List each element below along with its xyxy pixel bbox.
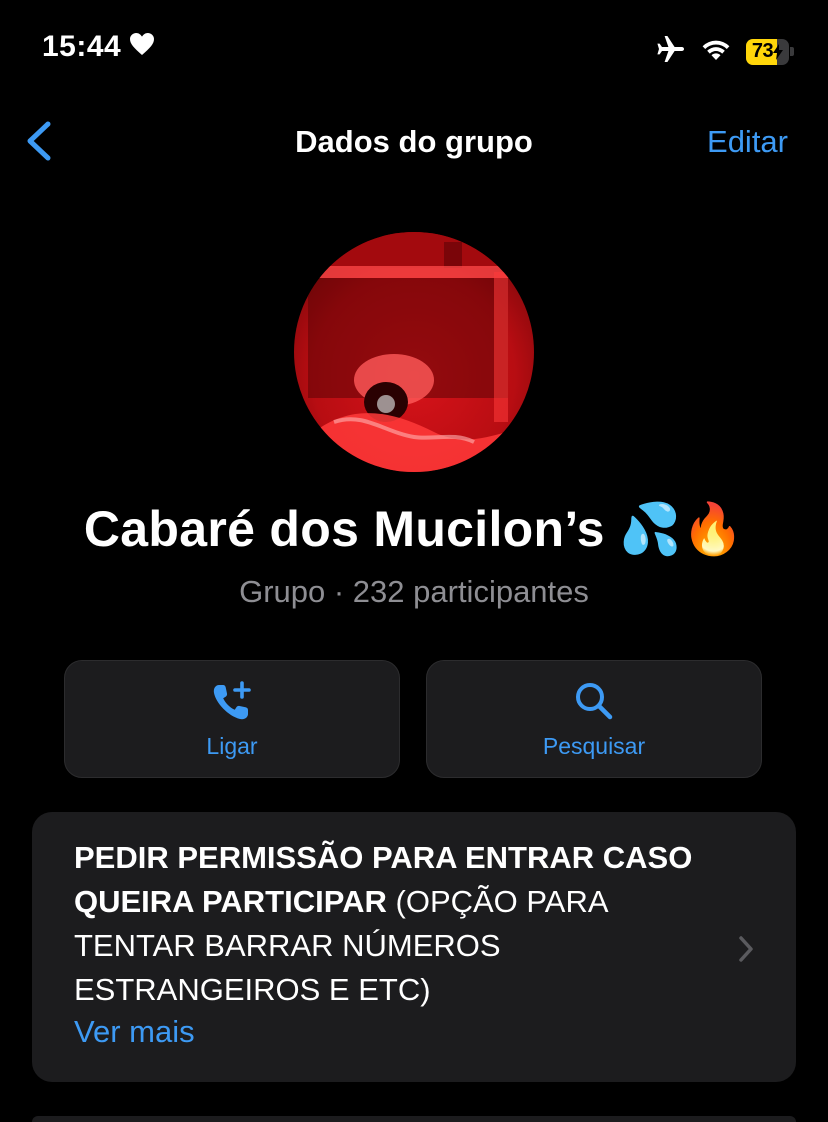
chevron-right-icon — [736, 934, 756, 969]
status-icons: 73 — [656, 34, 794, 69]
see-more-link[interactable]: Ver mais — [74, 1014, 195, 1050]
bolt-icon — [773, 43, 784, 60]
heart-icon — [129, 30, 155, 64]
battery-cap — [790, 47, 794, 56]
search-label: Pesquisar — [542, 733, 646, 759]
edit-button[interactable]: Editar — [707, 124, 788, 160]
navigation-bar: Dados do grupo Editar — [0, 110, 828, 172]
group-description-card[interactable]: PEDIR PERMISSÃO PARA ENTRAR CASO QUEIRA … — [32, 812, 796, 1082]
search-button[interactable]: Pesquisar — [426, 660, 762, 778]
battery-percentage: 73 — [746, 39, 789, 65]
status-time-group: 15:44 — [42, 30, 155, 64]
group-avatar[interactable] — [294, 232, 534, 472]
search-icon — [576, 683, 613, 720]
status-time: 15:44 — [42, 30, 122, 63]
status-bar: 15:44 73 — [0, 0, 828, 100]
call-button[interactable]: Ligar — [64, 660, 400, 778]
page-title: Dados do grupo — [295, 124, 533, 159]
group-subtitle[interactable]: Grupo · 232 participantes — [0, 574, 828, 610]
battery-body: 73 — [746, 38, 790, 65]
group-name[interactable]: Cabaré dos Mucilon’s 💦🔥 — [0, 500, 828, 559]
call-label: Ligar — [206, 733, 258, 759]
battery-charging-icon: 73 — [746, 38, 794, 65]
wifi-icon — [700, 36, 732, 67]
next-section-card — [32, 1116, 796, 1122]
airplane-icon — [656, 34, 686, 69]
group-description: PEDIR PERMISSÃO PARA ENTRAR CASO QUEIRA … — [74, 836, 714, 1012]
phone-add-icon — [213, 681, 251, 720]
search-icon-wrapper — [427, 679, 761, 723]
battery-percentage-value: 73 — [751, 40, 774, 62]
call-icon-wrapper — [65, 679, 399, 723]
group-photo — [294, 232, 534, 472]
